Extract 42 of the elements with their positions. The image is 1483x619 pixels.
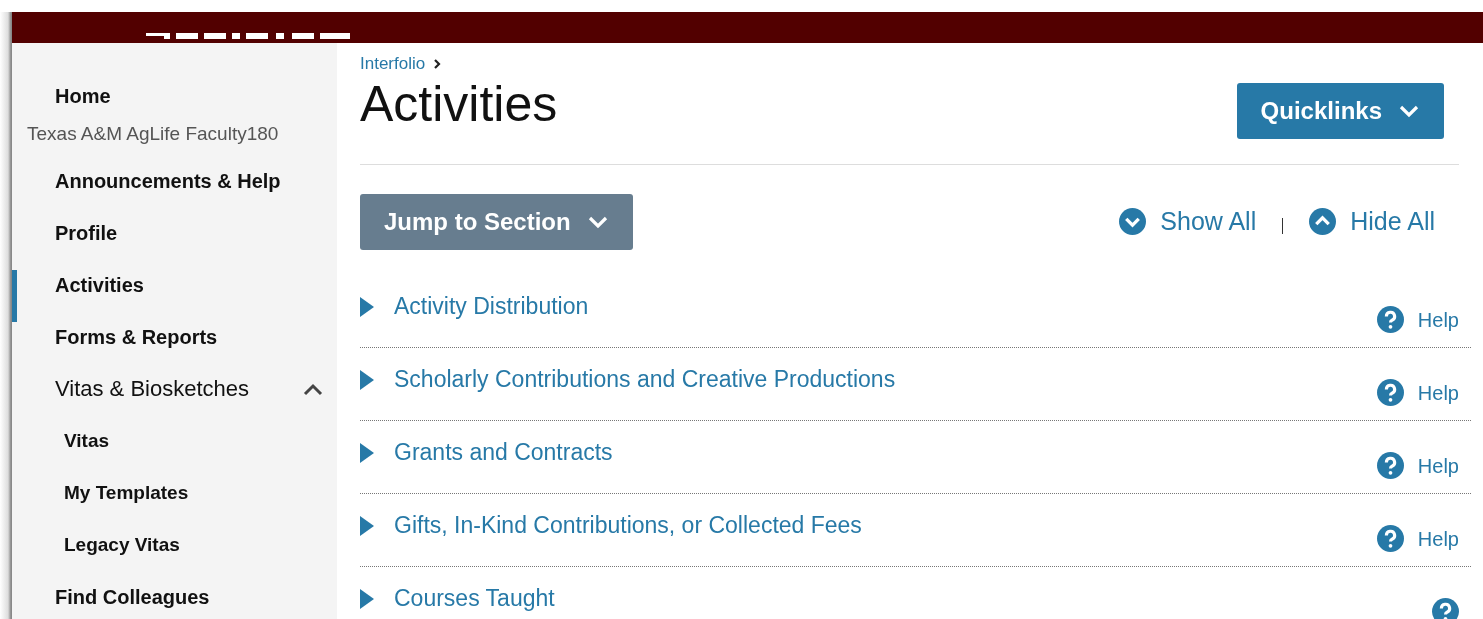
help-icon bbox=[1376, 379, 1404, 406]
chevron-down-icon bbox=[586, 214, 609, 229]
help-link[interactable] bbox=[1432, 596, 1459, 619]
section-toggle[interactable]: Scholarly Contributions and Creative Productions bbox=[360, 364, 896, 395]
chevron-down-icon bbox=[1398, 103, 1420, 118]
caret-right-icon bbox=[360, 442, 374, 463]
sidebar-group[interactable]: Vitas & Biosketches bbox=[12, 374, 250, 426]
chevron-up-icon[interactable] bbox=[303, 383, 323, 396]
sidebar-subitem[interactable]: Vitas bbox=[12, 426, 337, 478]
sidebar-item[interactable]: Find Colleagues bbox=[12, 582, 337, 619]
hide-all-link[interactable]: Hide All bbox=[1309, 202, 1435, 241]
jump-to-section-button[interactable]: Jump to Section bbox=[360, 193, 633, 250]
help-link[interactable]: Help bbox=[1376, 450, 1459, 481]
show-all-link[interactable]: Show All bbox=[1119, 202, 1257, 241]
caret-right-icon bbox=[360, 588, 374, 609]
help-icon bbox=[1376, 306, 1404, 333]
section-toggle[interactable]: Grants and Contracts bbox=[360, 437, 613, 468]
section-toggle[interactable]: Activity Distribution bbox=[360, 291, 589, 322]
caret-right-icon bbox=[360, 515, 374, 536]
help-link[interactable]: Help bbox=[1376, 377, 1459, 408]
sidebar-subitem[interactable]: My Templates bbox=[12, 478, 337, 530]
chevron-right-icon bbox=[433, 57, 442, 70]
help-icon bbox=[1432, 598, 1459, 619]
sidebar-item[interactable]: Announcements & Help bbox=[12, 166, 337, 218]
caret-right-icon bbox=[360, 296, 374, 317]
chevron-up-circle-icon bbox=[1309, 208, 1337, 235]
sidebar-subitem[interactable]: Legacy Vitas bbox=[12, 530, 337, 582]
help-link[interactable]: Help bbox=[1376, 304, 1459, 335]
sidebar-heading: Texas A&M AgLife Faculty180 bbox=[26, 122, 280, 146]
page-title: Activities bbox=[360, 76, 558, 132]
sidebar-item[interactable]: Forms & Reports bbox=[12, 322, 337, 374]
quicklinks-button[interactable]: Quicklinks bbox=[1236, 82, 1444, 139]
help-icon bbox=[1376, 525, 1404, 552]
breadcrumb-link[interactable]: Interfolio bbox=[360, 51, 442, 77]
help-link[interactable]: Help bbox=[1376, 523, 1459, 554]
sidebar-item[interactable]: Activities bbox=[12, 270, 337, 322]
section-toggle[interactable]: Gifts, In-Kind Contributions, or Collected Fees bbox=[360, 510, 862, 541]
help-icon bbox=[1376, 452, 1404, 479]
chevron-down-circle-icon bbox=[1119, 208, 1147, 235]
caret-right-icon bbox=[360, 369, 374, 390]
sidebar-item[interactable]: Profile bbox=[12, 218, 337, 270]
section-toggle[interactable]: Courses Taught bbox=[360, 583, 555, 614]
